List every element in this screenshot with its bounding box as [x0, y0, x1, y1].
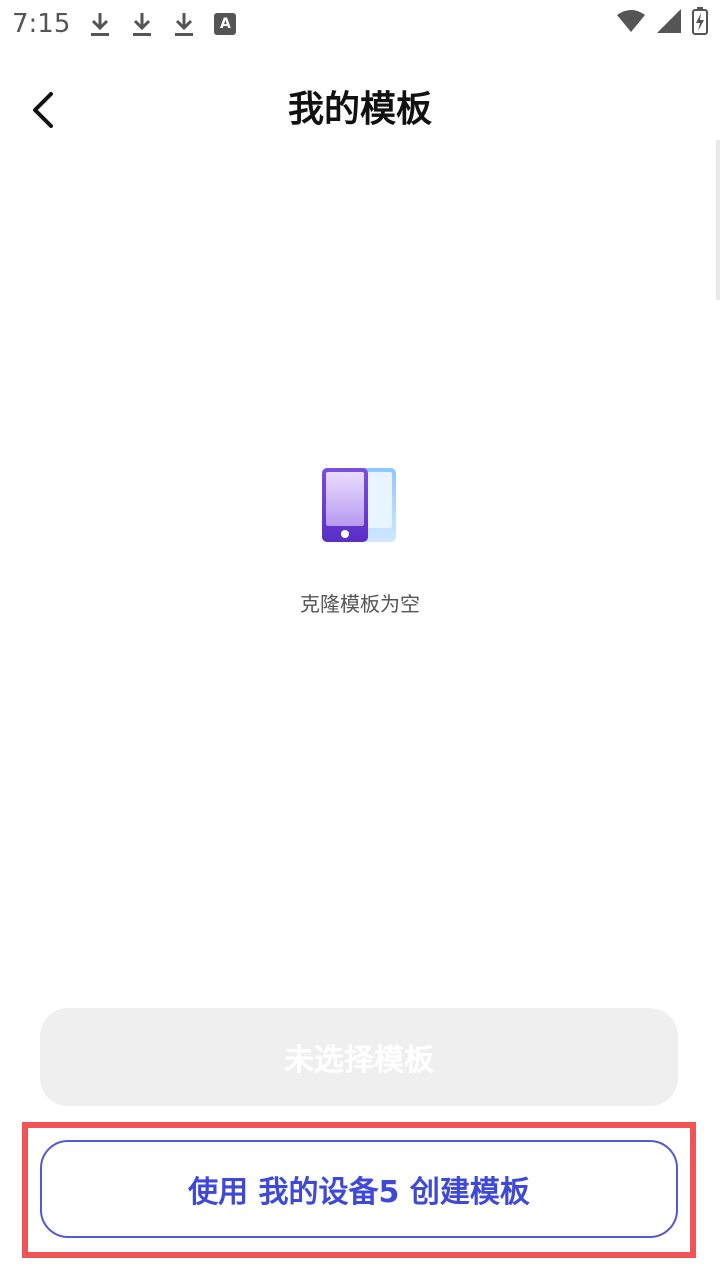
- signal-icon: [656, 8, 682, 41]
- status-left: 7:15 A: [12, 9, 237, 39]
- screen: 7:15 A 我的模板 克隆模板为空 未选择模板 使用 我的设备5 创建模板: [0, 0, 720, 1280]
- page-title: 我的模板: [287, 89, 432, 130]
- status-right: [616, 6, 708, 42]
- empty-state: 克隆模板为空: [0, 462, 720, 617]
- font-icon: A: [214, 13, 237, 35]
- scroll-edge: [716, 140, 720, 300]
- status-time: 7:15: [12, 9, 71, 39]
- download-icon: [88, 10, 112, 38]
- create-template-button[interactable]: 使用 我的设备5 创建模板: [40, 1140, 678, 1238]
- wifi-icon: [616, 9, 646, 40]
- phones-icon: [322, 468, 396, 542]
- no-template-selected-button: 未选择模板: [40, 1008, 678, 1106]
- battery-charging-icon: [692, 6, 708, 42]
- app-bar: 我的模板: [0, 70, 720, 150]
- empty-message: 克隆模板为空: [300, 592, 420, 616]
- status-bar: 7:15 A: [0, 0, 720, 48]
- download-icon: [172, 10, 196, 38]
- download-icon: [130, 10, 154, 38]
